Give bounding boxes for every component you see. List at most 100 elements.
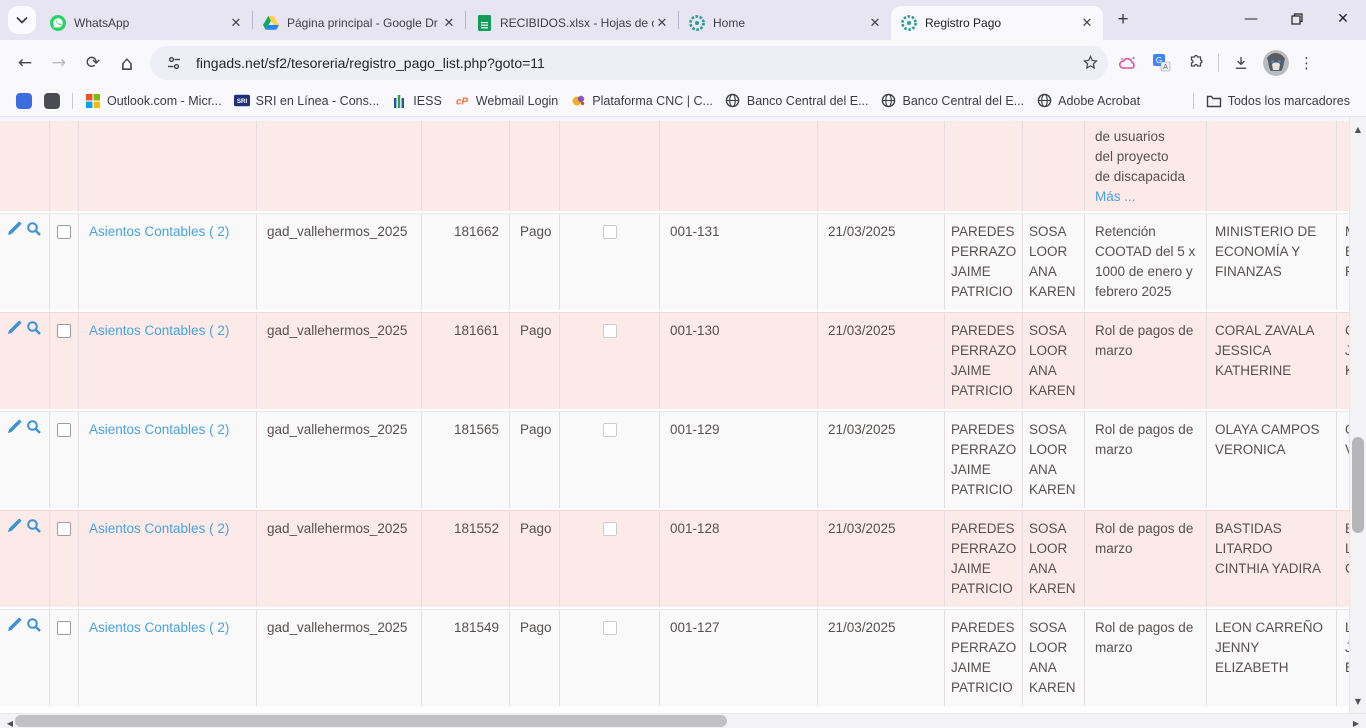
row-checkbox[interactable] (57, 225, 71, 239)
registrar-cell: SOSA LOOR ANA KAREN (1023, 214, 1085, 310)
bookmark-label: Outlook.com - Micr... (107, 94, 222, 108)
bookmarks-separator (1193, 93, 1194, 109)
reload-button[interactable]: ⟳ (78, 48, 108, 78)
tab-close-icon[interactable]: ✕ (867, 15, 883, 31)
bookmark-label: Todos los marcadores (1228, 94, 1350, 108)
asientos-contables-link[interactable]: Asientos Contables ( 2) (89, 323, 229, 338)
site-settings-icon[interactable] (162, 51, 186, 75)
fingads-icon (689, 15, 705, 31)
scroll-up-arrow-icon[interactable]: ▲ (1350, 121, 1366, 137)
weather-extension-icon[interactable] (1116, 51, 1140, 75)
bookmark-banco-central-2[interactable]: Banco Central del E... (875, 90, 1031, 112)
bookmark-adobe-acrobat[interactable]: Adobe Acrobat (1030, 90, 1146, 112)
edit-icon[interactable] (6, 518, 22, 540)
edit-icon[interactable] (6, 617, 22, 639)
beneficiary-cell: MINISTERIO DE ECONOMÍA Y FINANZAS (1207, 214, 1337, 310)
tab-title: WhatsApp (74, 16, 228, 30)
new-tab-button[interactable]: + (1109, 6, 1137, 34)
close-window-button[interactable]: ✕ (1320, 0, 1366, 38)
asientos-contables-link[interactable]: Asientos Contables ( 2) (89, 521, 229, 536)
tab-google-drive[interactable]: Página principal - Google Dr ✕ (253, 6, 465, 40)
bookmark-label: Webmail Login (476, 94, 558, 108)
asientos-contables-link[interactable]: Asientos Contables ( 2) (89, 422, 229, 437)
beneficiary-cell: OLAYA CAMPOS VERONICA (1207, 412, 1337, 508)
table-row-partial: de usuarios del proyecto de discapacida … (0, 121, 1349, 213)
table-row: Asientos Contables ( 2) gad_vallehermos_… (0, 213, 1349, 312)
registrar-cell: SOSA LOOR ANA KAREN (1023, 610, 1085, 706)
url-text[interactable]: fingads.net/sf2/tesoreria/registro_pago_… (196, 55, 1078, 71)
tab-close-icon[interactable]: ✕ (441, 15, 457, 31)
page-content: de usuarios del proyecto de discapacida … (0, 117, 1366, 713)
vertical-scroll-thumb[interactable] (1352, 437, 1364, 533)
row-checkbox[interactable] (57, 621, 71, 635)
back-button[interactable]: ← (10, 48, 40, 78)
tab-close-icon[interactable]: ✕ (228, 15, 244, 31)
svg-text:cP: cP (456, 96, 468, 107)
tab-sheets[interactable]: RECIBIDOS.xlsx - Hojas de cá ✕ (466, 6, 678, 40)
view-magnifier-icon[interactable] (26, 617, 42, 639)
bookmark-star-icon[interactable] (1078, 51, 1102, 75)
row-checkbox[interactable] (57, 522, 71, 536)
tab-whatsapp[interactable]: WhatsApp ✕ (40, 6, 252, 40)
translate-icon[interactable]: GA (1150, 51, 1174, 75)
view-magnifier-icon[interactable] (26, 320, 42, 342)
bookmark-banco-central-1[interactable]: Banco Central del E... (719, 90, 875, 112)
beneficiary-cell: LEON CARREÑO JENNY ELIZABETH (1207, 610, 1337, 706)
table-row: Asientos Contables ( 2) gad_vallehermos_… (0, 312, 1349, 411)
more-link[interactable]: Más ... (1095, 187, 1196, 207)
table-body: Asientos Contables ( 2) gad_vallehermos_… (0, 213, 1349, 708)
view-magnifier-icon[interactable] (26, 518, 42, 540)
view-magnifier-icon[interactable] (26, 221, 42, 243)
browser-toolbar: ← → ⟳ ⌂ fingads.net/sf2/tesoreria/regist… (0, 40, 1366, 85)
home-button[interactable]: ⌂ (112, 48, 142, 78)
scroll-right-arrow-icon[interactable]: ▶ (1348, 715, 1364, 728)
beneficiary-cell: CORAL ZAVALA JESSICA KATHERINE (1207, 313, 1337, 409)
bookmark-label: SRI en Línea - Cons... (256, 94, 380, 108)
view-magnifier-icon[interactable] (26, 419, 42, 441)
horizontal-scrollbar[interactable]: ◀ ▶ (0, 713, 1366, 728)
tab-close-icon[interactable]: ✕ (1079, 15, 1095, 31)
tab-home[interactable]: Home ✕ (679, 6, 891, 40)
forward-button[interactable]: → (44, 48, 74, 78)
svg-text:A: A (1163, 64, 1168, 71)
database-cell: gad_vallehermos_2025 (257, 511, 422, 607)
extensions-icon[interactable] (1184, 51, 1208, 75)
description-cell: Rol de pagos de marzo (1085, 313, 1207, 409)
bookmark-outlook[interactable]: Outlook.com - Micr... (79, 90, 228, 112)
edit-icon[interactable] (6, 419, 22, 441)
all-bookmarks-button[interactable]: Todos los marcadores (1200, 90, 1356, 112)
bookmark-blue-app[interactable] (10, 90, 38, 112)
bookmark-gray-app[interactable] (38, 90, 66, 112)
bookmark-plataforma-cnc[interactable]: Plataforma CNC | C... (564, 90, 719, 112)
edit-icon[interactable] (6, 320, 22, 342)
downloads-icon[interactable] (1229, 51, 1253, 75)
code-cell: 001-130 (660, 313, 818, 409)
bookmark-iess[interactable]: IESS (385, 90, 448, 112)
horizontal-scroll-thumb[interactable] (15, 715, 727, 727)
tab-registro-pago[interactable]: Registro Pago ✕ (891, 6, 1103, 40)
minimize-button[interactable]: — (1228, 0, 1274, 38)
address-bar[interactable]: fingads.net/sf2/tesoreria/registro_pago_… (150, 46, 1108, 80)
restore-button[interactable] (1274, 0, 1320, 38)
beneficiary-clipped-cell: OLAYA CAMPOS VERONICA (1337, 412, 1349, 508)
menu-kebab-icon[interactable]: ⋮ (1299, 54, 1314, 72)
tab-title: Registro Pago (925, 16, 1079, 30)
row-checkbox[interactable] (57, 423, 71, 437)
scroll-down-arrow-icon[interactable]: ▼ (1350, 693, 1366, 709)
row-checkbox[interactable] (57, 324, 71, 338)
bookmark-webmail[interactable]: cP Webmail Login (448, 90, 564, 112)
profile-avatar[interactable] (1263, 50, 1289, 76)
bookmark-sri[interactable]: SRI SRI en Línea - Cons... (228, 90, 386, 112)
whatsapp-icon (50, 15, 66, 31)
tab-title: Página principal - Google Dr (287, 16, 441, 30)
tab-close-icon[interactable]: ✕ (654, 15, 670, 31)
sri-icon: SRI (234, 93, 250, 109)
asientos-contables-link[interactable]: Asientos Contables ( 2) (89, 224, 229, 239)
tab-search-button[interactable] (8, 6, 36, 34)
database-cell: gad_vallehermos_2025 (257, 313, 422, 409)
asientos-contables-link[interactable]: Asientos Contables ( 2) (89, 620, 229, 635)
bookmarks-bar: Outlook.com - Micr... SRI SRI en Línea -… (0, 85, 1366, 117)
edit-icon[interactable] (6, 221, 22, 243)
vertical-scrollbar[interactable]: ▲ ▼ (1349, 117, 1366, 713)
beneficiary-cell: BASTIDAS LITARDO CINTHIA YADIRA (1207, 511, 1337, 607)
